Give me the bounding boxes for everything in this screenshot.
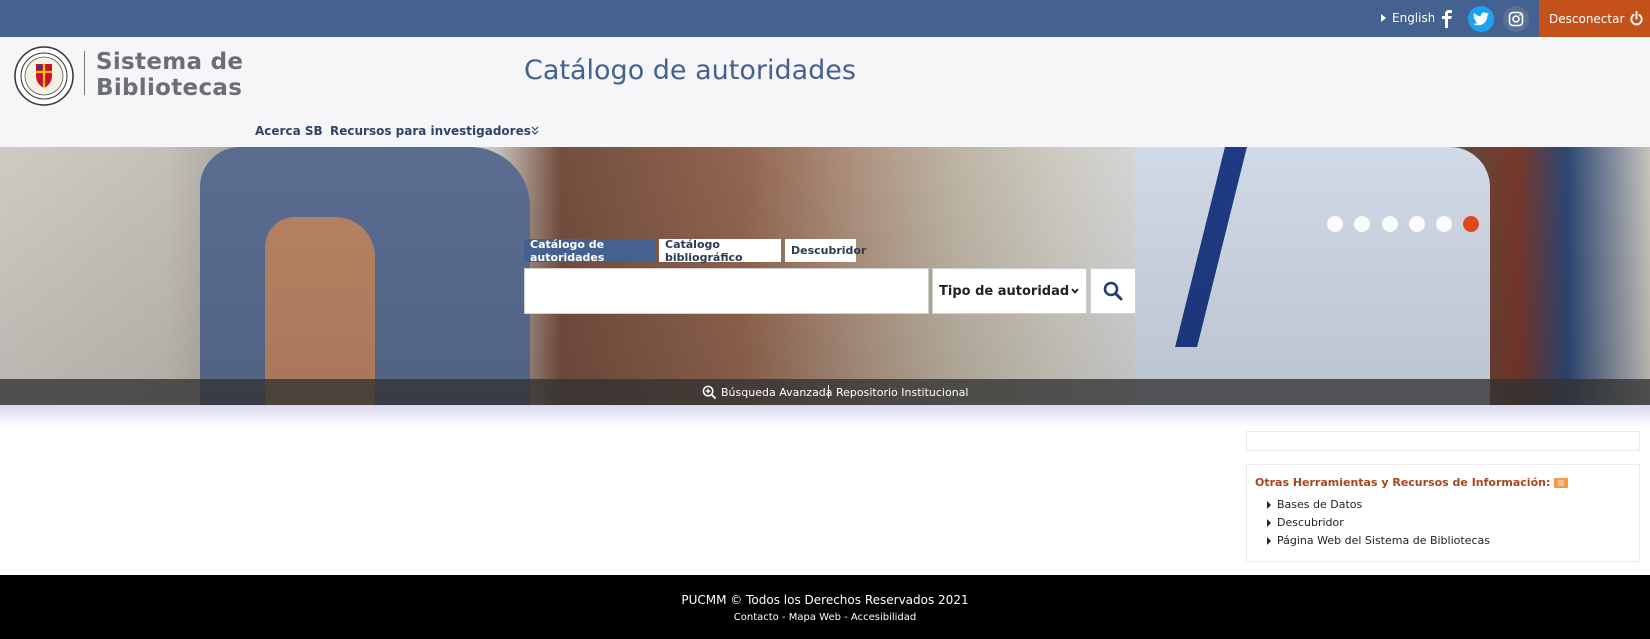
link-divider xyxy=(828,385,829,398)
sidebar-item-library-website[interactable]: Página Web del Sistema de Bibliotecas xyxy=(1267,534,1490,547)
sidebar-item-label: Descubridor xyxy=(1277,516,1344,529)
institutional-repository-link[interactable]: Repositorio Institucional xyxy=(836,386,968,399)
language-link[interactable]: English xyxy=(1381,11,1435,25)
carousel-dot[interactable] xyxy=(1382,216,1398,232)
carousel-dot[interactable] xyxy=(1436,216,1452,232)
nav-item-about[interactable]: Acerca SB xyxy=(255,124,323,138)
caret-right-icon xyxy=(1267,536,1271,545)
top-bar: English Desconectar xyxy=(0,0,1650,37)
carousel-dot[interactable] xyxy=(1354,216,1370,232)
caret-right-icon xyxy=(1267,518,1271,527)
chevron-down-icon xyxy=(1071,288,1079,294)
logo-line-1: Sistema de xyxy=(96,49,244,75)
hero-shadow xyxy=(0,405,1650,427)
university-seal-logo[interactable] xyxy=(14,46,74,106)
facebook-icon[interactable] xyxy=(1434,6,1460,32)
power-icon xyxy=(1630,11,1643,26)
tab-discovery[interactable]: Descubridor xyxy=(785,239,866,262)
sidebar-resources-box: Otras Herramientas y Recursos de Informa… xyxy=(1246,464,1640,562)
site-header: Sistema de Bibliotecas Catálogo de autor… xyxy=(0,37,1650,147)
rss-icon[interactable] xyxy=(1554,477,1569,488)
footer-links[interactable]: Contacto - Mapa Web - Accesibilidad xyxy=(0,612,1650,623)
hero-links-bar: Búsqueda Avanzada Repositorio Institucio… xyxy=(0,379,1650,405)
sidebar-empty-box xyxy=(1246,431,1640,451)
authority-type-select[interactable]: Tipo de autoridad xyxy=(932,268,1087,314)
instagram-icon[interactable] xyxy=(1503,6,1529,32)
logout-label: Desconectar xyxy=(1549,11,1625,26)
tab-authority-catalog[interactable]: Catálogo de autoridades xyxy=(524,238,655,264)
sidebar-title-text: Otras Herramientas y Recursos de Informa… xyxy=(1255,476,1551,489)
sidebar-item-databases[interactable]: Bases de Datos xyxy=(1267,498,1362,511)
caret-right-icon xyxy=(1267,500,1271,509)
site-logo-text[interactable]: Sistema de Bibliotecas xyxy=(96,49,243,101)
zoom-in-icon xyxy=(702,385,717,399)
logout-button[interactable]: Desconectar xyxy=(1539,0,1650,37)
nav-item-resources[interactable]: Recursos para investigadores xyxy=(330,124,539,138)
advanced-search-link[interactable]: Búsqueda Avanzada xyxy=(702,385,833,400)
sidebar-title: Otras Herramientas y Recursos de Informa… xyxy=(1255,476,1569,489)
search-input[interactable] xyxy=(524,268,929,314)
twitter-icon[interactable] xyxy=(1468,6,1494,32)
nav-item-resources-label: Recursos para investigadores xyxy=(330,124,531,138)
logo-line-2: Bibliotecas xyxy=(96,75,243,101)
logo-divider xyxy=(84,51,85,95)
hero-banner: Catálogo de autoridades Catálogo bibliog… xyxy=(0,147,1650,405)
carousel-dot[interactable] xyxy=(1327,216,1343,232)
sidebar-item-label: Bases de Datos xyxy=(1277,498,1363,511)
copyright-text: PUCMM © Todos los Derechos Reservados 20… xyxy=(681,593,969,607)
authority-type-select-value: Tipo de autoridad xyxy=(939,283,1070,299)
double-chevron-down-icon xyxy=(531,126,539,135)
search-button[interactable] xyxy=(1090,268,1136,314)
advanced-search-label: Búsqueda Avanzada xyxy=(721,385,833,399)
page-title: Catálogo de autoridades xyxy=(524,55,856,86)
search-icon xyxy=(1103,281,1123,301)
carousel-dot-active[interactable] xyxy=(1463,216,1479,232)
caret-right-icon xyxy=(1381,14,1386,22)
sidebar-item-discovery[interactable]: Descubridor xyxy=(1267,516,1344,529)
sidebar-item-label: Página Web del Sistema de Bibliotecas xyxy=(1277,534,1490,547)
carousel-dot[interactable] xyxy=(1409,216,1425,232)
site-footer: PUCMM © Todos los Derechos Reservados 20… xyxy=(0,575,1650,639)
language-label: English xyxy=(1392,11,1436,25)
tab-bibliographic-catalog[interactable]: Catálogo bibliográfico xyxy=(659,238,781,264)
